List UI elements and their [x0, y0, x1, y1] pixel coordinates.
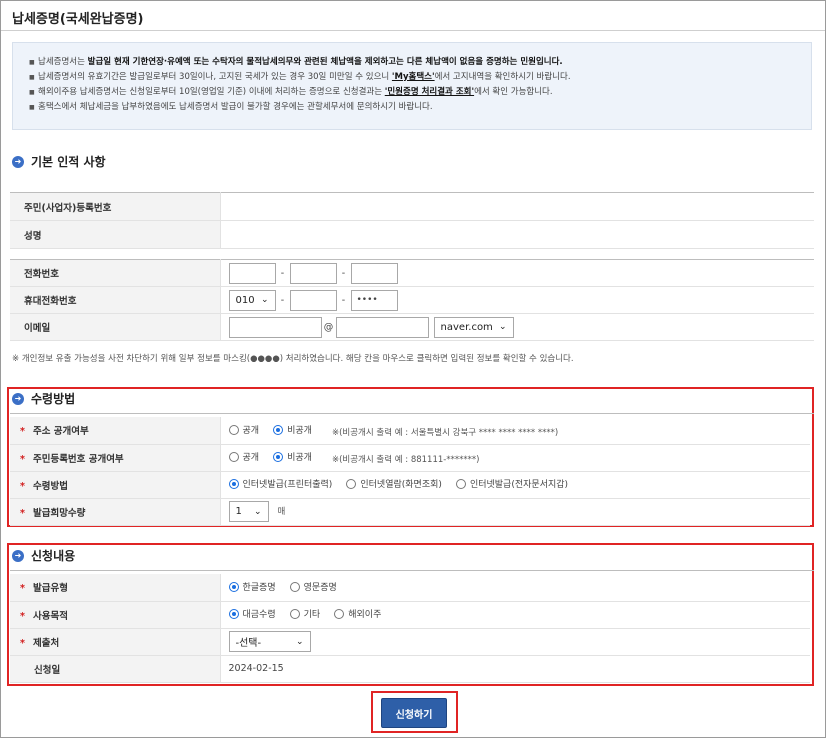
phone-input-3[interactable] [350, 262, 398, 284]
notice-box: 납세증명서는 발급일 현재 기한연장·유예액 또는 수탁자의 물적납세의무와 관… [12, 42, 812, 130]
basic-info-table: 주민(사업자)등록번호 성명 [10, 192, 814, 249]
phone-label: 전화번호 [10, 259, 221, 287]
rrn-private-radio[interactable]: 비공개 [273, 450, 312, 463]
chevron-down-icon: ⌄ [260, 295, 269, 305]
id-number-value [220, 192, 814, 221]
arrow-bullet-icon: ➜ [12, 549, 24, 562]
table-row: 전화번호 -- [10, 259, 814, 287]
table-row: * 수령방법 인터넷발급(프린터출력) 인터넷열람(화면조회) 인터넷발급(전자문… [10, 471, 810, 499]
table-row: * 발급유형 한글증명 영문증명 [10, 574, 810, 602]
address-public-label: 주소 공개여부 [32, 426, 89, 438]
submit-button[interactable]: 신청하기 [381, 698, 447, 728]
chevron-down-icon: ⌄ [253, 506, 262, 517]
address-hint: ※(비공개시 출력 예 : 서울특별시 강북구 **** **** **** *… [331, 427, 559, 438]
phone-input-1[interactable] [228, 262, 276, 284]
apply-heading: ➜ 신청내용 [12, 547, 75, 564]
purpose-other-radio[interactable]: 기타 [289, 607, 320, 620]
table-row: * 주민등록번호 공개여부 공개 비공개 ※(비공개시 출력 예 : 881111… [10, 444, 810, 472]
my-hometax-link[interactable]: 'My홈택스' [392, 72, 435, 82]
arrow-bullet-icon: ➜ [12, 392, 24, 405]
receipt-divider [10, 413, 814, 414]
email-id-input[interactable] [228, 316, 322, 338]
address-private-radio[interactable]: 비공개 [273, 423, 312, 436]
notice-item-3: 해외이주용 납세증명서는 신청일로부터 10일(영업일 기준) 이내에 처리하는… [29, 85, 811, 100]
email-label: 이메일 [10, 313, 221, 341]
table-row: 주민(사업자)등록번호 [10, 192, 814, 221]
name-label: 성명 [10, 220, 221, 249]
receive-method-label: 수령방법 [32, 480, 68, 492]
title-divider [1, 30, 825, 31]
mobile-input-2[interactable] [289, 289, 337, 311]
method-view-radio[interactable]: 인터넷열람(화면조회) [346, 477, 442, 490]
purpose-emigration-radio[interactable]: 해외이주 [334, 607, 381, 620]
table-row: * 발급희망수량 1 ⌄ 매 [10, 498, 810, 526]
method-print-radio[interactable]: 인터넷발급(프린터출력) [228, 477, 332, 490]
purpose-payment-radio[interactable]: 대금수령 [228, 607, 276, 620]
quantity-unit: 매 [277, 507, 286, 517]
id-number-label: 주민(사업자)등록번호 [10, 192, 221, 221]
rrn-hint: ※(비공개시 출력 예 : 881111-*******) [331, 454, 480, 465]
arrow-bullet-icon: ➜ [12, 155, 24, 168]
method-wallet-radio[interactable]: 인터넷발급(전자문서지갑) [455, 477, 568, 490]
receipt-heading: ➜ 수령방법 [12, 390, 75, 407]
type-english-radio[interactable]: 영문증명 [289, 580, 337, 593]
purpose-label: 사용목적 [32, 610, 68, 622]
name-value [220, 220, 814, 249]
phone-input-2[interactable] [289, 262, 337, 284]
basic-info-heading: ➜ 기본 인적 사항 [12, 153, 106, 170]
table-row: 성명 [10, 220, 814, 249]
table-row: * 제출처 -선택- ⌄ [10, 628, 810, 656]
page-title: 납세증명(국세완납증명) [12, 12, 144, 27]
email-domain-input[interactable] [335, 316, 429, 338]
apply-date-label: 신청일 [10, 655, 221, 683]
address-public-radio[interactable]: 공개 [228, 423, 259, 436]
destination-label: 제출처 [32, 637, 60, 649]
table-row: * 주소 공개여부 공개 비공개 ※(비공개시 출력 예 : 서울특별시 강북구 … [10, 417, 810, 445]
mobile-label: 휴대전화번호 [10, 286, 221, 314]
type-korean-radio[interactable]: 한글증명 [228, 580, 276, 593]
notice-item-2: 납세증명서의 유효기간은 발급일로부터 30일이나, 고지된 국세가 있는 경우… [29, 70, 811, 85]
rrn-public-radio[interactable]: 공개 [228, 450, 259, 463]
table-row: 휴대전화번호 010 ⌄ - - •••• [10, 286, 814, 314]
email-domain-select[interactable]: naver.com ⌄ [433, 316, 514, 338]
notice-item-4: 홈택스에서 체납세금을 납부하였음에도 납세증명서 발급이 불가할 경우에는 관… [29, 100, 811, 115]
mobile-prefix-select[interactable]: 010 ⌄ [228, 289, 276, 311]
chevron-down-icon: ⌄ [295, 636, 304, 647]
result-inquiry-link[interactable]: '민원증명 처리결과 조회' [385, 87, 474, 97]
table-row: 신청일 2024-02-15 [10, 655, 810, 683]
destination-select[interactable]: -선택- ⌄ [228, 631, 311, 652]
quantity-label: 발급희망수량 [32, 507, 86, 519]
mobile-input-3[interactable]: •••• [350, 289, 398, 311]
quantity-select[interactable]: 1 ⌄ [228, 501, 269, 522]
rrn-public-label: 주민등록번호 공개여부 [32, 453, 124, 465]
apply-table: * 발급유형 한글증명 영문증명 * 사용목적 대금수령 기타 해외이주 * 제출처 … [10, 574, 810, 683]
apply-divider [10, 570, 814, 571]
apply-date-value: 2024-02-15 [220, 655, 810, 683]
table-row: * 사용목적 대금수령 기타 해외이주 [10, 601, 810, 629]
issue-type-label: 발급유형 [32, 583, 68, 595]
notice-item-1: 납세증명서는 발급일 현재 기한연장·유예액 또는 수탁자의 물적납세의무와 관… [29, 55, 811, 70]
privacy-note: ※ 개인정보 유출 가능성을 사전 차단하기 위해 일부 정보를 마스킹(●●●… [12, 354, 574, 364]
receipt-table: * 주소 공개여부 공개 비공개 ※(비공개시 출력 예 : 서울특별시 강북구 … [10, 417, 810, 526]
table-row: 이메일 @ naver.com ⌄ [10, 313, 814, 341]
chevron-down-icon: ⌄ [498, 322, 507, 332]
contact-table: 전화번호 -- 휴대전화번호 010 ⌄ - - •••• 이메일 @ naver.co… [10, 259, 814, 341]
